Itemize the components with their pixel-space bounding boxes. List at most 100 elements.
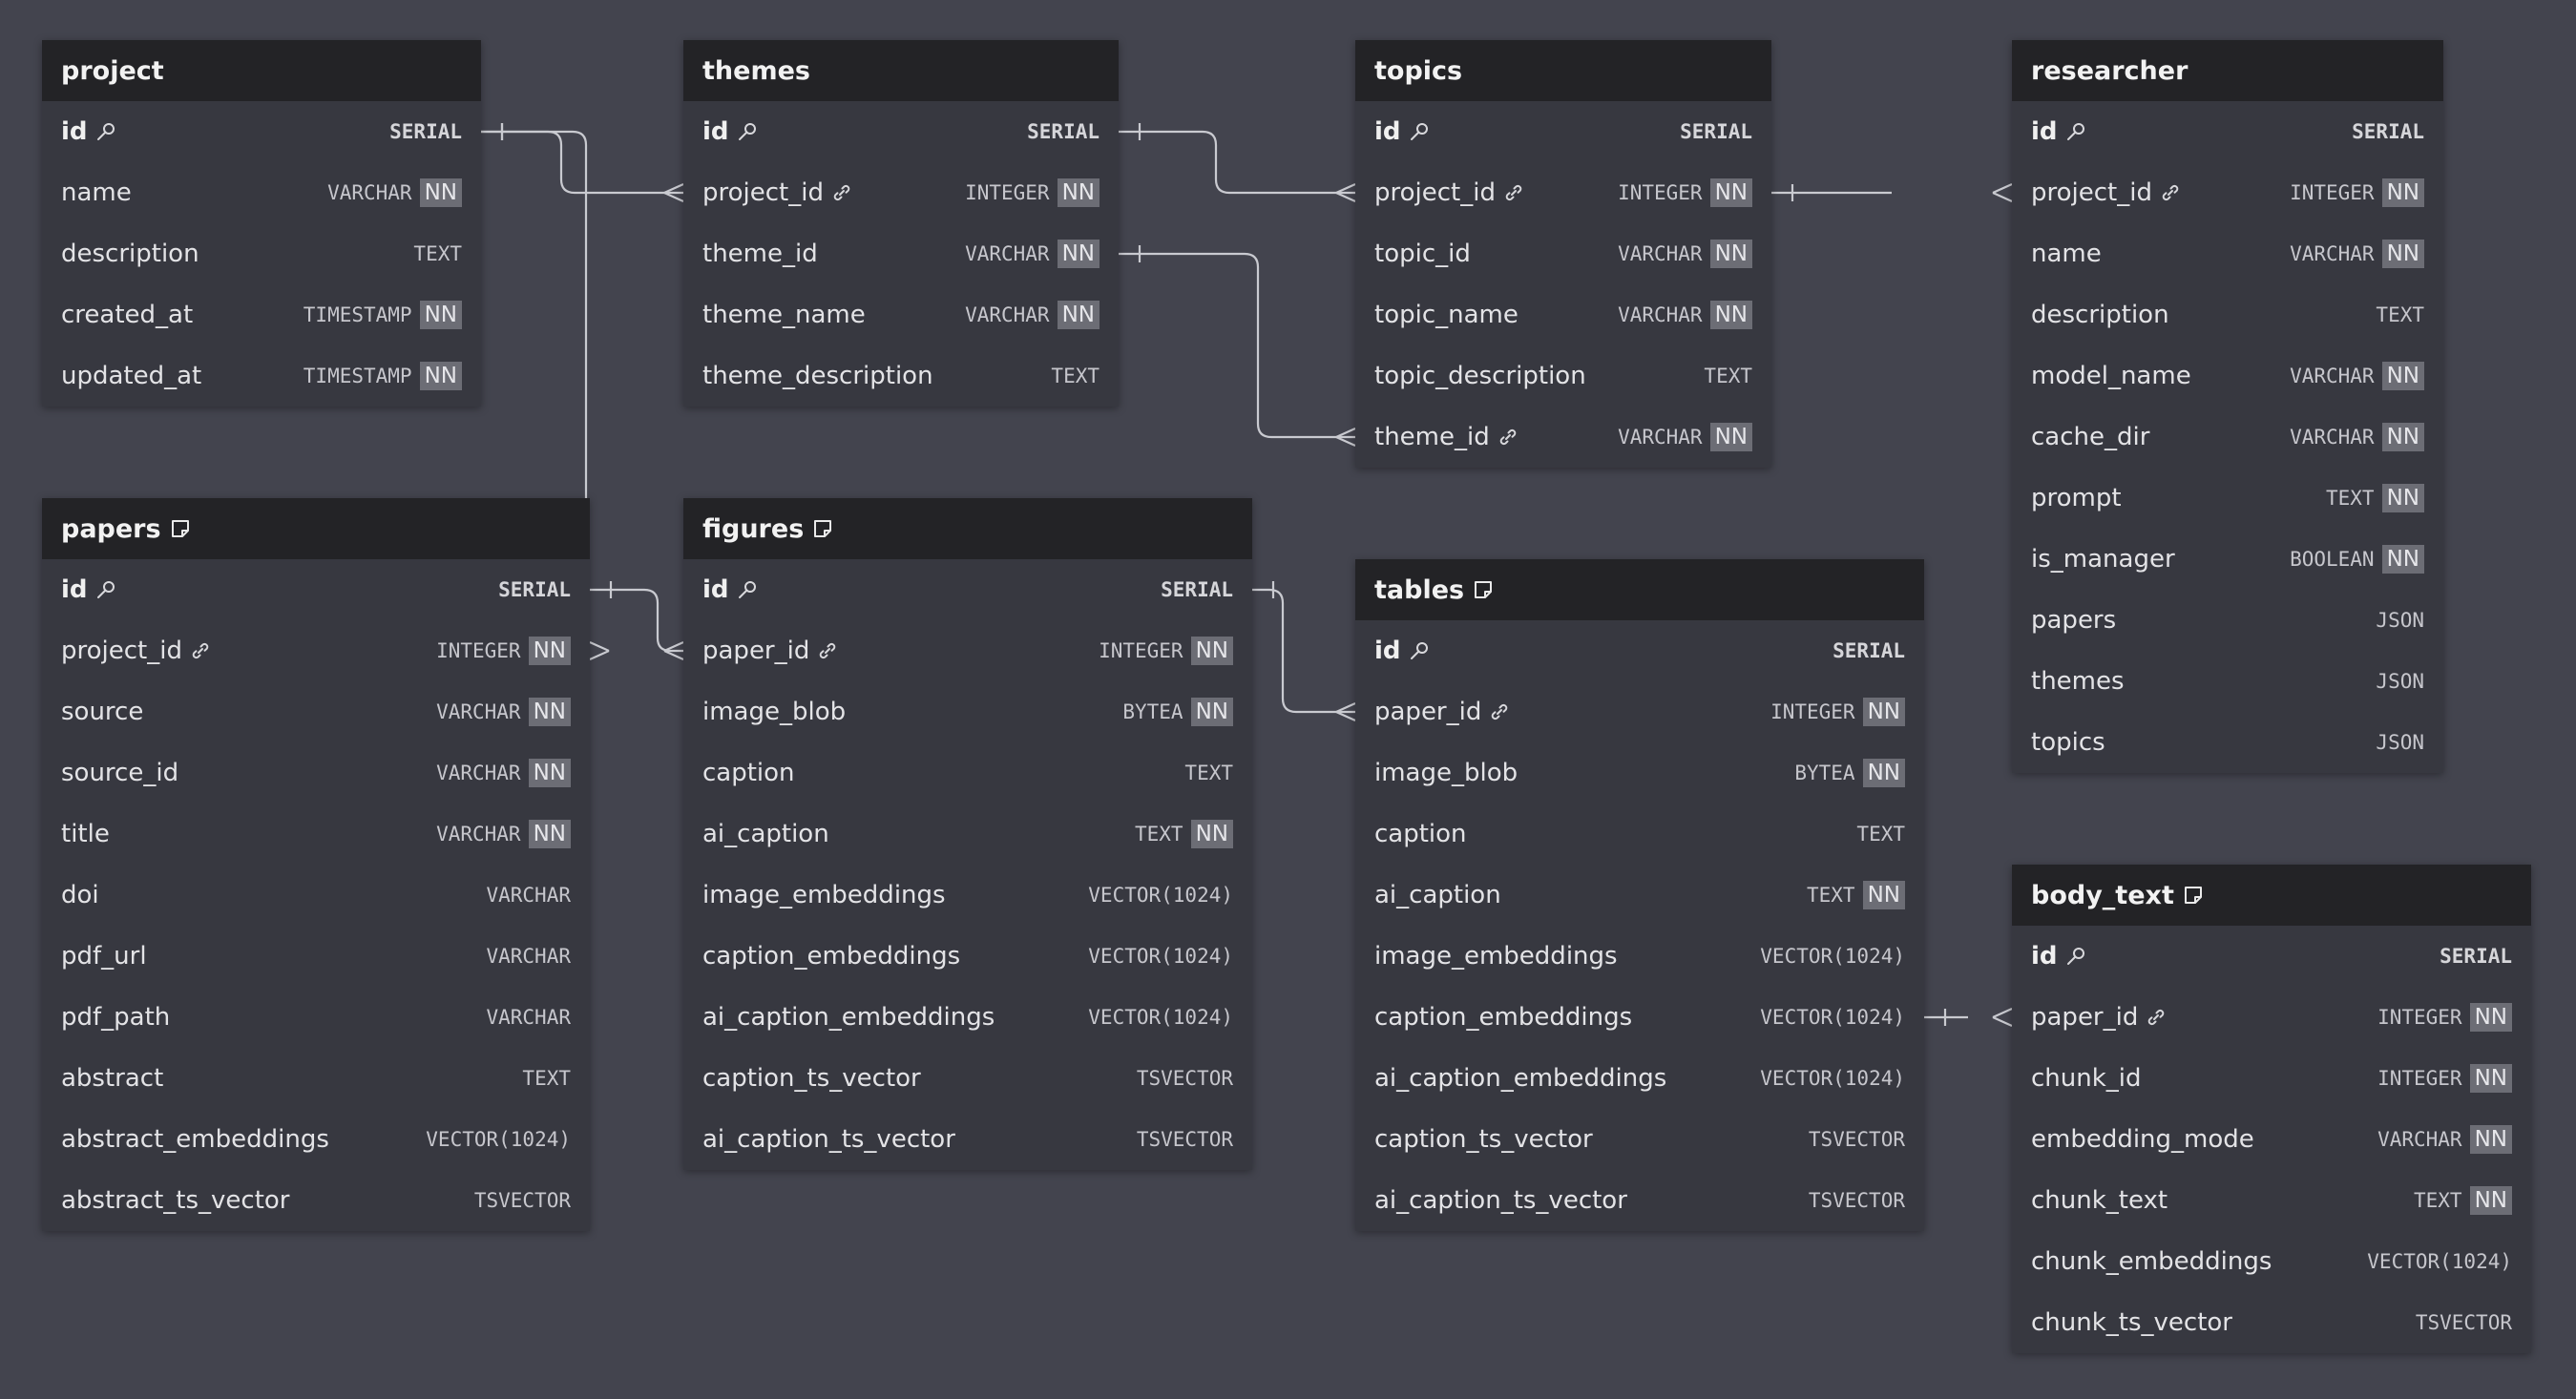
note-icon[interactable]: [169, 517, 192, 540]
field-row[interactable]: abstract TEXT: [42, 1048, 590, 1109]
field-row[interactable]: id SERIAL: [683, 559, 1252, 620]
field-row[interactable]: theme_id VARCHAR NN: [683, 223, 1119, 284]
many-cardinality-marker[interactable]: [589, 640, 610, 661]
table-themes[interactable]: themes id SERIAL project_id INTEGER NN theme_i…: [683, 40, 1119, 407]
field-row[interactable]: ai_caption_embeddings VECTOR(1024): [1355, 1048, 1924, 1109]
field-row[interactable]: is_manager BOOLEAN NN: [2012, 529, 2443, 590]
field-row[interactable]: topic_id VARCHAR NN: [1355, 223, 1771, 284]
field-row[interactable]: project_id INTEGER NN: [1355, 162, 1771, 223]
table-header[interactable]: figures: [683, 498, 1252, 559]
field-row[interactable]: name VARCHAR NN: [42, 162, 481, 223]
field-row[interactable]: title VARCHAR NN: [42, 804, 590, 865]
field-row[interactable]: image_blob BYTEA NN: [1355, 742, 1924, 804]
field-row[interactable]: project_id INTEGER NN: [683, 162, 1119, 223]
field-row[interactable]: paper_id INTEGER NN: [2012, 987, 2531, 1048]
field-row[interactable]: id SERIAL: [42, 101, 481, 162]
field-row[interactable]: id SERIAL: [2012, 101, 2443, 162]
field-row[interactable]: caption_embeddings VECTOR(1024): [1355, 987, 1924, 1048]
table-topics[interactable]: topics id SERIAL project_id INTEGER NN topic_i…: [1355, 40, 1771, 468]
field-row[interactable]: caption TEXT: [683, 742, 1252, 804]
field-row[interactable]: papers JSON: [2012, 590, 2443, 651]
field-row[interactable]: source VARCHAR NN: [42, 681, 590, 742]
field-row[interactable]: ai_caption TEXT NN: [683, 804, 1252, 865]
field-row[interactable]: description TEXT: [42, 223, 481, 284]
field-row[interactable]: pdf_path VARCHAR: [42, 987, 590, 1048]
field-row[interactable]: theme_name VARCHAR NN: [683, 284, 1119, 345]
field-row[interactable]: ai_caption TEXT NN: [1355, 865, 1924, 926]
table-header[interactable]: tables: [1355, 559, 1924, 620]
field-row[interactable]: caption_embeddings VECTOR(1024): [683, 926, 1252, 987]
table-papers[interactable]: papers id SERIAL project_id INTEGER NN source V…: [42, 498, 590, 1231]
field-row[interactable]: doi VARCHAR: [42, 865, 590, 926]
field-row[interactable]: caption TEXT: [1355, 804, 1924, 865]
field-row[interactable]: ai_caption_ts_vector TSVECTOR: [683, 1109, 1252, 1170]
field-row[interactable]: theme_id VARCHAR NN: [1355, 407, 1771, 468]
field-row[interactable]: paper_id INTEGER NN: [683, 620, 1252, 681]
field-row[interactable]: topic_description TEXT: [1355, 345, 1771, 407]
many-cardinality-marker[interactable]: [1335, 701, 1356, 722]
field-row[interactable]: themes JSON: [2012, 651, 2443, 712]
note-icon[interactable]: [1472, 578, 1495, 601]
relationship-papers-figures[interactable]: [590, 588, 683, 653]
field-row[interactable]: source_id VARCHAR NN: [42, 742, 590, 804]
field-row[interactable]: abstract_ts_vector TSVECTOR: [42, 1170, 590, 1231]
many-cardinality-marker[interactable]: [1992, 182, 2013, 203]
field-row[interactable]: created_at TIMESTAMP NN: [42, 284, 481, 345]
table-header[interactable]: body_text: [2012, 865, 2531, 926]
field-row[interactable]: chunk_id INTEGER NN: [2012, 1048, 2531, 1109]
many-cardinality-marker[interactable]: [1335, 427, 1356, 448]
field-row[interactable]: chunk_text TEXT NN: [2012, 1170, 2531, 1231]
relationship-themes-topics[interactable]: [1119, 252, 1355, 439]
field-row[interactable]: theme_description TEXT: [683, 345, 1119, 407]
note-icon[interactable]: [2182, 884, 2205, 907]
field-row[interactable]: id SERIAL: [2012, 926, 2531, 987]
table-header[interactable]: researcher: [2012, 40, 2443, 101]
field-row[interactable]: id SERIAL: [42, 559, 590, 620]
field-row[interactable]: updated_at TIMESTAMP NN: [42, 345, 481, 407]
field-row[interactable]: project_id INTEGER NN: [42, 620, 590, 681]
note-icon[interactable]: [811, 517, 834, 540]
field-row[interactable]: cache_dir VARCHAR NN: [2012, 407, 2443, 468]
table-researcher[interactable]: researcher id SERIAL project_id INTEGER NN nam…: [2012, 40, 2443, 773]
field-row[interactable]: abstract_embeddings VECTOR(1024): [42, 1109, 590, 1170]
table-header[interactable]: topics: [1355, 40, 1771, 101]
field-row[interactable]: image_embeddings VECTOR(1024): [683, 865, 1252, 926]
field-row[interactable]: paper_id INTEGER NN: [1355, 681, 1924, 742]
field-row[interactable]: project_id INTEGER NN: [2012, 162, 2443, 223]
table-header[interactable]: papers: [42, 498, 590, 559]
many-cardinality-marker[interactable]: [1335, 182, 1356, 203]
field-row[interactable]: image_embeddings VECTOR(1024): [1355, 926, 1924, 987]
field-row[interactable]: chunk_ts_vector TSVECTOR: [2012, 1292, 2531, 1353]
field-row[interactable]: topic_name VARCHAR NN: [1355, 284, 1771, 345]
field-row[interactable]: ai_caption_ts_vector TSVECTOR: [1355, 1170, 1924, 1231]
table-project[interactable]: project id SERIAL name VARCHAR NN description T…: [42, 40, 481, 407]
field-row[interactable]: id SERIAL: [1355, 101, 1771, 162]
table-header[interactable]: project: [42, 40, 481, 101]
field-row[interactable]: caption_ts_vector TSVECTOR: [683, 1048, 1252, 1109]
many-cardinality-marker[interactable]: [1992, 1007, 2013, 1028]
field-name-wrap: caption_ts_vector: [702, 1064, 921, 1093]
field-row[interactable]: description TEXT: [2012, 284, 2443, 345]
table-header[interactable]: themes: [683, 40, 1119, 101]
many-cardinality-marker[interactable]: [663, 640, 684, 661]
field-row[interactable]: chunk_embeddings VECTOR(1024): [2012, 1231, 2531, 1292]
field-row[interactable]: embedding_mode VARCHAR NN: [2012, 1109, 2531, 1170]
relationship-project-themes[interactable]: [481, 130, 683, 195]
field-row[interactable]: model_name VARCHAR NN: [2012, 345, 2443, 407]
table-tables[interactable]: tables id SERIAL paper_id INTEGER NN image_blo…: [1355, 559, 1924, 1231]
field-row[interactable]: pdf_url VARCHAR: [42, 926, 590, 987]
field-row[interactable]: name VARCHAR NN: [2012, 223, 2443, 284]
many-cardinality-marker[interactable]: [663, 182, 684, 203]
field-row[interactable]: prompt TEXT NN: [2012, 468, 2443, 529]
relationship-figures-tables[interactable]: [1252, 588, 1355, 714]
field-row[interactable]: id SERIAL: [683, 101, 1119, 162]
table-body-text[interactable]: body_text id SERIAL paper_id INTEGER NN chunk_…: [2012, 865, 2531, 1353]
field-row[interactable]: ai_caption_embeddings VECTOR(1024): [683, 987, 1252, 1048]
field-row[interactable]: topics JSON: [2012, 712, 2443, 773]
field-row[interactable]: caption_ts_vector TSVECTOR: [1355, 1109, 1924, 1170]
table-figures[interactable]: figures id SERIAL paper_id INTEGER NN image_bl…: [683, 498, 1252, 1170]
relationship-themes-topics[interactable]: [1119, 130, 1355, 195]
field-row[interactable]: image_blob BYTEA NN: [683, 681, 1252, 742]
er-diagram-canvas[interactable]: project id SERIAL name VARCHAR NN description T…: [0, 0, 2576, 1399]
field-row[interactable]: id SERIAL: [1355, 620, 1924, 681]
